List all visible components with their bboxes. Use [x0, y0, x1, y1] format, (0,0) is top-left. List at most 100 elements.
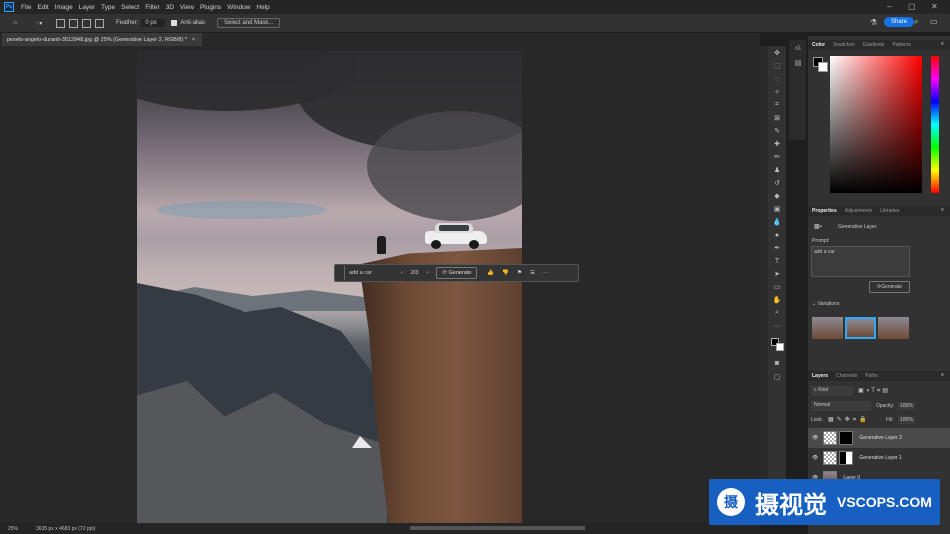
- hue-slider[interactable]: [931, 56, 939, 193]
- search-icon[interactable]: ⌕: [914, 17, 918, 27]
- clone-stamp-icon[interactable]: ♟: [772, 165, 782, 175]
- menu-item-view[interactable]: View: [177, 4, 197, 11]
- lock-icons[interactable]: ▦✎✥⌗🔒: [828, 416, 870, 424]
- pen-tool-icon[interactable]: ✒: [772, 243, 782, 253]
- variation-thumb-3[interactable]: [878, 317, 909, 339]
- gradient-tool-icon[interactable]: ▣: [772, 204, 782, 214]
- panel-menu-icon[interactable]: ≡: [941, 207, 944, 213]
- flag-icon[interactable]: ⚑: [517, 270, 522, 276]
- menu-item-image[interactable]: Image: [52, 4, 76, 11]
- lasso-tool-icon[interactable]: ◌: [772, 74, 782, 84]
- tab-gradients[interactable]: Gradients: [859, 42, 889, 48]
- dodge-tool-icon[interactable]: ●: [772, 230, 782, 240]
- tab-color[interactable]: Color: [808, 42, 829, 48]
- previous-variation-icon[interactable]: ‹: [401, 270, 403, 276]
- home-icon[interactable]: ⌂: [8, 18, 22, 29]
- menu-item-plugins[interactable]: Plugins: [197, 4, 224, 11]
- eraser-icon[interactable]: ◆: [772, 191, 782, 201]
- close-window-icon[interactable]: ✕: [931, 2, 938, 11]
- intersect-selection-icon[interactable]: [95, 18, 104, 28]
- variation-thumb-2[interactable]: [845, 317, 876, 339]
- close-tab-icon[interactable]: ×: [192, 37, 195, 43]
- panel-menu-icon[interactable]: ≡: [941, 41, 944, 47]
- layer-filter-select[interactable]: ⌕ Kind: [811, 386, 853, 396]
- zoom-level[interactable]: 25%: [8, 526, 18, 532]
- menu-item-window[interactable]: Window: [224, 4, 253, 11]
- menu-item-type[interactable]: Type: [98, 4, 118, 11]
- settings-icon[interactable]: ☰: [530, 270, 535, 276]
- fill-input[interactable]: 100%: [898, 416, 915, 424]
- hand-tool-icon[interactable]: ✋: [772, 295, 782, 305]
- document-tab[interactable]: pexels-angelo-duranti-3512848.jpg @ 25% …: [2, 33, 202, 46]
- edit-toolbar-icon[interactable]: ···: [772, 321, 782, 331]
- path-selection-icon[interactable]: ➤: [772, 269, 782, 279]
- type-tool-icon[interactable]: T: [772, 256, 782, 266]
- canvas-area[interactable]: [0, 46, 760, 523]
- menu-item-help[interactable]: Help: [253, 4, 272, 11]
- prompt-textarea[interactable]: add a car: [811, 246, 910, 277]
- menu-item-filter[interactable]: Filter: [142, 4, 162, 11]
- menu-item-select[interactable]: Select: [118, 4, 142, 11]
- color-field[interactable]: [830, 56, 922, 193]
- panel-menu-icon[interactable]: ≡: [941, 372, 944, 378]
- minimize-icon[interactable]: –: [887, 2, 891, 11]
- new-selection-icon[interactable]: [56, 18, 65, 28]
- flask-icon[interactable]: ⚗: [870, 18, 877, 27]
- thumbs-down-icon[interactable]: 👎: [502, 270, 509, 276]
- subtract-selection-icon[interactable]: [82, 18, 91, 28]
- workspace-icon[interactable]: ▭: [930, 17, 938, 26]
- shape-tool-icon[interactable]: ▭: [772, 282, 782, 292]
- menu-item-edit[interactable]: Edit: [34, 4, 51, 11]
- eyedropper-icon[interactable]: ✎: [772, 126, 782, 136]
- select-and-mask-button[interactable]: Select and Mask...: [217, 18, 281, 28]
- feather-input[interactable]: 0 px: [141, 19, 166, 27]
- tab-libraries[interactable]: Libraries: [876, 208, 903, 214]
- brush-tool-icon[interactable]: ✏: [772, 152, 782, 162]
- more-options-icon[interactable]: ···: [543, 270, 549, 276]
- bg-color-chip[interactable]: [818, 62, 828, 72]
- crop-tool-icon[interactable]: ⌗: [772, 100, 782, 110]
- visibility-eye-icon[interactable]: 👁: [812, 435, 818, 441]
- comments-panel-icon[interactable]: ▤: [793, 58, 803, 68]
- prompt-input[interactable]: add a car: [349, 270, 397, 276]
- blend-mode-select[interactable]: Normal: [811, 401, 871, 411]
- tab-paths[interactable]: Paths: [861, 373, 882, 379]
- visibility-eye-icon[interactable]: 👁: [812, 455, 818, 461]
- horizontal-scrollbar[interactable]: [410, 526, 585, 530]
- menu-item-3d[interactable]: 3D: [163, 4, 177, 11]
- antialias-checkbox[interactable]: [171, 20, 178, 26]
- tab-channels[interactable]: Channels: [832, 373, 861, 379]
- lasso-tool-icon[interactable]: ◌▾: [30, 18, 48, 29]
- healing-brush-icon[interactable]: ✚: [772, 139, 782, 149]
- variation-thumb-1[interactable]: [812, 317, 843, 339]
- add-selection-icon[interactable]: [69, 18, 78, 28]
- marquee-tool-icon[interactable]: ⬚: [772, 61, 782, 71]
- vertical-scrollbar[interactable]: [760, 46, 768, 523]
- properties-generate-button[interactable]: ⟳ Generate: [869, 281, 910, 293]
- tab-patterns[interactable]: Patterns: [888, 42, 915, 48]
- opacity-input[interactable]: 100%: [898, 402, 915, 410]
- magic-wand-icon[interactable]: ✧: [772, 87, 782, 97]
- menu-item-layer[interactable]: Layer: [76, 4, 98, 11]
- history-panel-icon[interactable]: ⎌: [793, 44, 803, 54]
- zoom-tool-icon[interactable]: ⌕: [772, 308, 782, 318]
- tab-swatches[interactable]: Swatches: [829, 42, 859, 48]
- history-brush-icon[interactable]: ↺: [772, 178, 782, 188]
- background-color-swatch[interactable]: [776, 343, 784, 351]
- menu-item-file[interactable]: File: [18, 4, 34, 11]
- layer-row[interactable]: 👁 Generative Layer 2: [808, 428, 950, 448]
- maximize-icon[interactable]: ▢: [908, 2, 916, 11]
- document-image[interactable]: [137, 51, 522, 523]
- frame-tool-icon[interactable]: ⊠: [772, 113, 782, 123]
- generate-button[interactable]: ⟳ Generate: [436, 267, 478, 279]
- blur-tool-icon[interactable]: 💧: [772, 217, 782, 227]
- tab-properties[interactable]: Properties: [808, 208, 841, 214]
- tab-adjustments[interactable]: Adjustments: [841, 208, 877, 214]
- quick-mask-icon[interactable]: ◙: [772, 358, 782, 368]
- drag-handle[interactable]: [338, 266, 345, 280]
- layer-filter-icons[interactable]: ▣◑T⌗▤: [858, 387, 890, 395]
- screen-mode-icon[interactable]: ▢: [772, 372, 782, 382]
- next-variation-icon[interactable]: ›: [427, 270, 429, 276]
- layer-row[interactable]: 👁 Generative Layer 1: [808, 448, 950, 468]
- move-tool-icon[interactable]: ✥: [772, 48, 782, 58]
